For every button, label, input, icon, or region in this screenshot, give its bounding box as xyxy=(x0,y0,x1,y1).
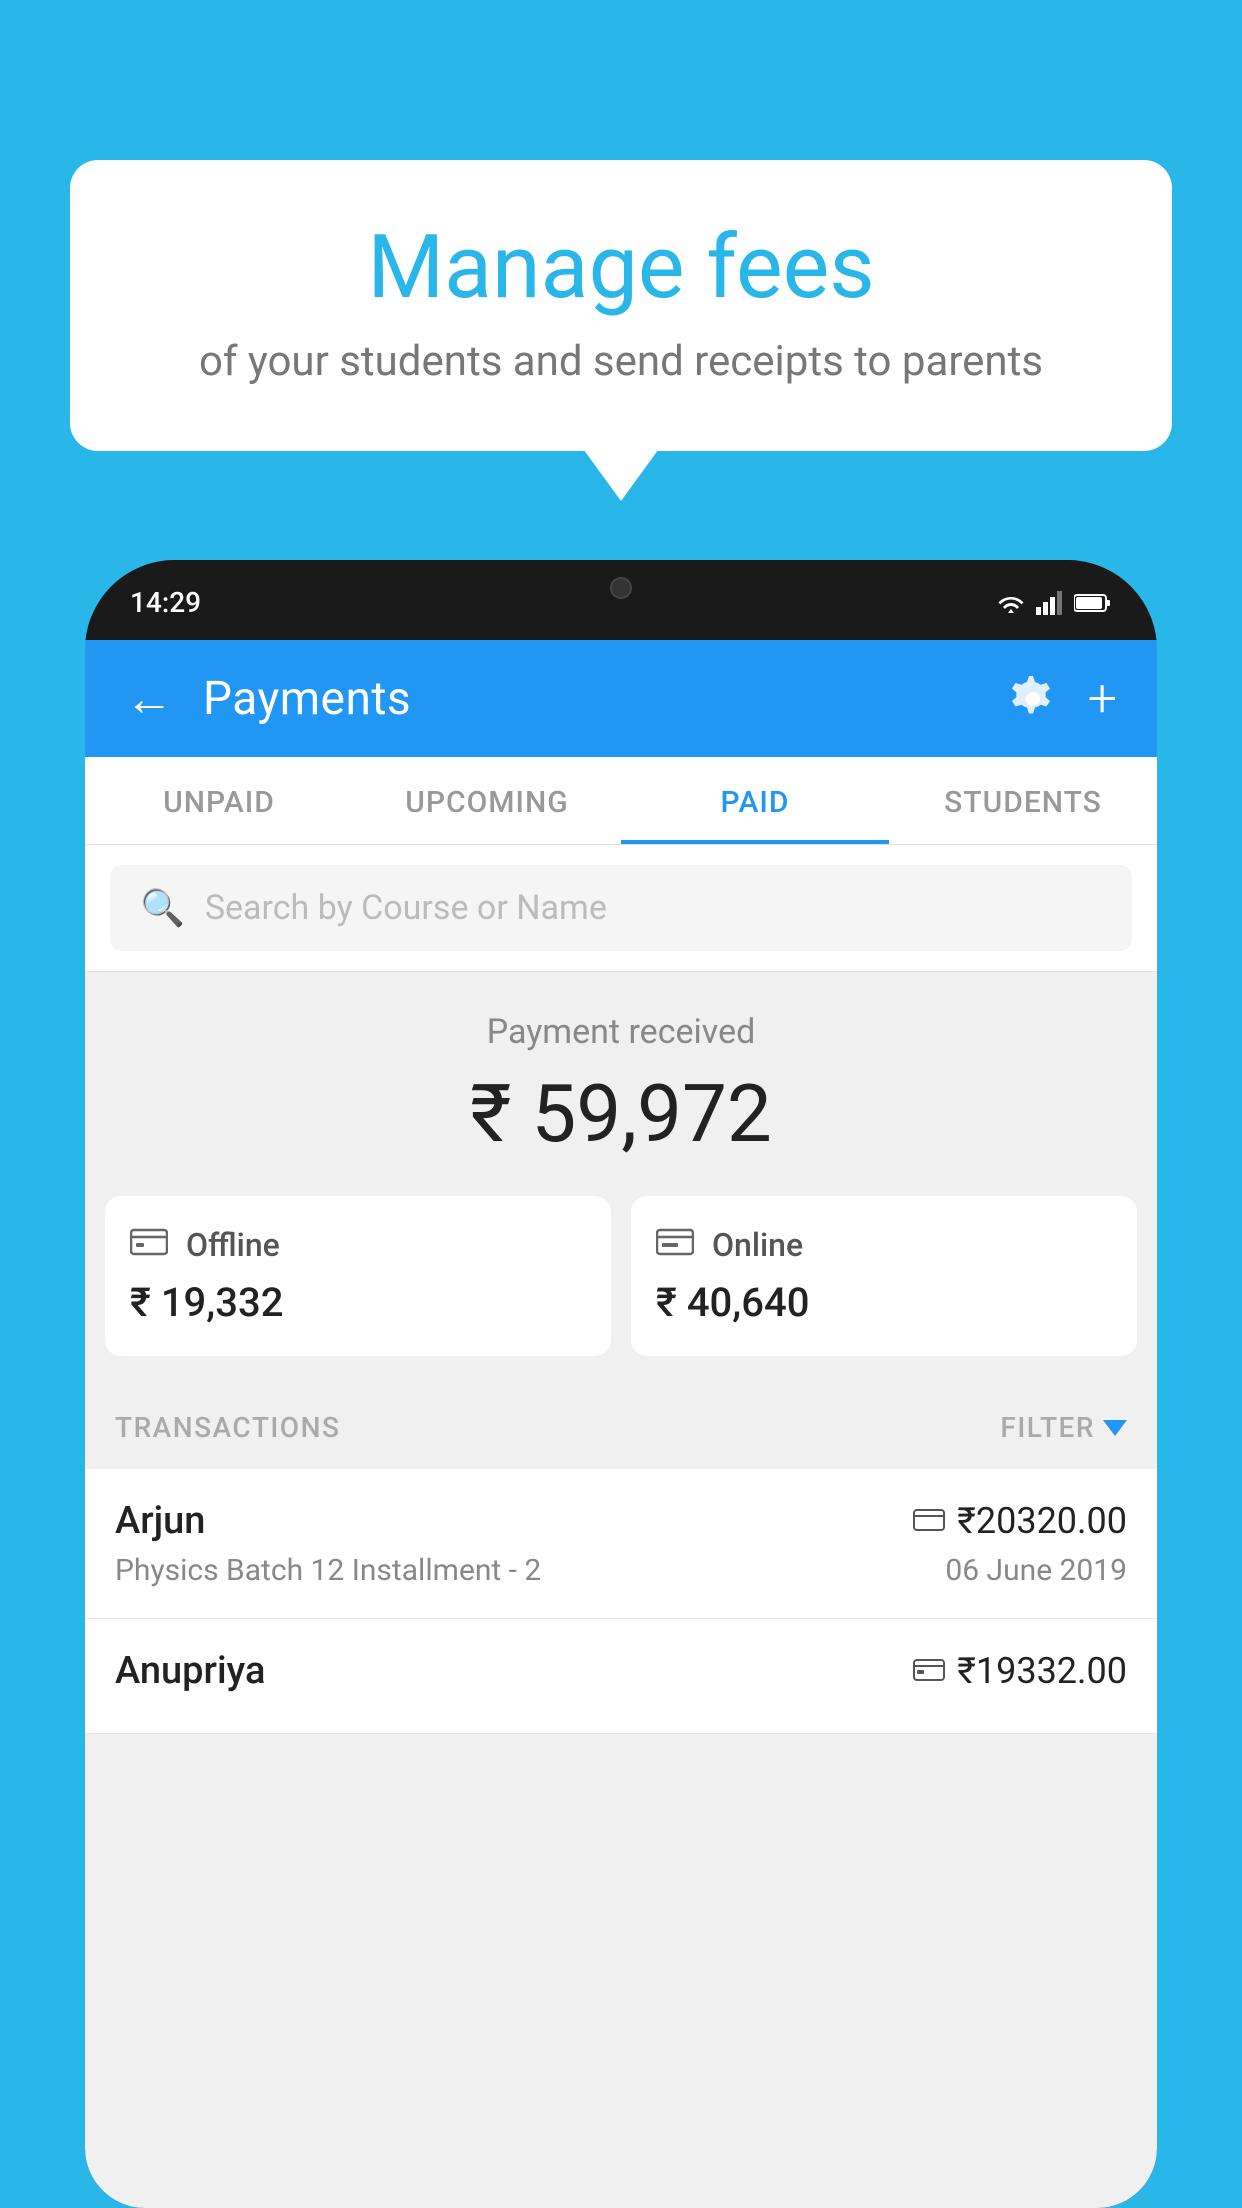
offline-icon xyxy=(130,1226,168,1264)
filter-icon xyxy=(1103,1420,1127,1436)
battery-icon xyxy=(1074,592,1112,614)
offline-payment-icon xyxy=(913,1654,945,1689)
signal-icon xyxy=(1036,591,1066,615)
status-icons xyxy=(994,591,1112,615)
search-container: 🔍 Search by Course or Name xyxy=(85,845,1157,972)
phone-notch xyxy=(561,560,681,615)
settings-icon[interactable] xyxy=(1008,674,1058,724)
transaction-amount-wrap: ₹19332.00 xyxy=(913,1650,1127,1692)
search-box[interactable]: 🔍 Search by Course or Name xyxy=(110,865,1132,951)
transactions-header: TRANSACTIONS FILTER xyxy=(85,1386,1157,1469)
status-bar: 14:29 xyxy=(85,560,1157,640)
status-time: 14:29 xyxy=(130,586,201,619)
transaction-amount: ₹19332.00 xyxy=(957,1650,1127,1692)
filter-button[interactable]: FILTER xyxy=(1000,1411,1127,1444)
offline-amount: ₹ 19,332 xyxy=(130,1279,586,1326)
table-row: Arjun ₹20320.00 Physics Batch 12 Install… xyxy=(85,1469,1157,1619)
transaction-date: 06 June 2019 xyxy=(945,1553,1127,1588)
payment-summary: Payment received ₹ 59,972 xyxy=(85,972,1157,1196)
phone-screen: ← Payments + UNPAID UPCOMING PAID STUDEN… xyxy=(85,640,1157,2208)
online-icon xyxy=(656,1226,694,1264)
wifi-icon xyxy=(994,591,1028,615)
search-input[interactable]: Search by Course or Name xyxy=(205,888,607,928)
phone-frame: 14:29 xyxy=(85,560,1157,2208)
payment-total-amount: ₹ 59,972 xyxy=(115,1067,1127,1161)
app-header: ← Payments + xyxy=(85,640,1157,757)
tab-unpaid[interactable]: UNPAID xyxy=(85,757,353,844)
tab-upcoming[interactable]: UPCOMING xyxy=(353,757,621,844)
search-icon: 🔍 xyxy=(140,887,185,929)
back-button[interactable]: ← xyxy=(125,670,173,727)
table-row: Anupriya ₹19332.00 xyxy=(85,1619,1157,1734)
front-camera xyxy=(610,577,632,599)
add-button[interactable]: + xyxy=(1088,668,1117,729)
tab-students[interactable]: STUDENTS xyxy=(889,757,1157,844)
offline-label: Offline xyxy=(186,1226,280,1264)
online-card: Online ₹ 40,640 xyxy=(631,1196,1137,1356)
card-payment-icon xyxy=(913,1504,945,1539)
offline-card: Offline ₹ 19,332 xyxy=(105,1196,611,1356)
online-amount: ₹ 40,640 xyxy=(656,1279,1112,1326)
tab-bar: UNPAID UPCOMING PAID STUDENTS xyxy=(85,757,1157,845)
payment-cards: Offline ₹ 19,332 Online ₹ 40,640 xyxy=(85,1196,1157,1386)
transaction-name: Arjun xyxy=(115,1499,205,1543)
transaction-name: Anupriya xyxy=(115,1649,265,1693)
speech-bubble: Manage fees of your students and send re… xyxy=(70,160,1172,451)
header-actions: + xyxy=(1008,668,1117,729)
transaction-course: Physics Batch 12 Installment - 2 xyxy=(115,1553,541,1588)
payment-received-label: Payment received xyxy=(115,1012,1127,1052)
page-title: Payments xyxy=(203,672,978,726)
online-label: Online xyxy=(712,1226,803,1264)
tab-paid[interactable]: PAID xyxy=(621,757,889,844)
transaction-amount-wrap: ₹20320.00 xyxy=(913,1500,1127,1542)
transaction-amount: ₹20320.00 xyxy=(957,1500,1127,1542)
bubble-title: Manage fees xyxy=(130,220,1112,317)
bubble-subtitle: of your students and send receipts to pa… xyxy=(130,337,1112,386)
transactions-label: TRANSACTIONS xyxy=(115,1411,340,1444)
